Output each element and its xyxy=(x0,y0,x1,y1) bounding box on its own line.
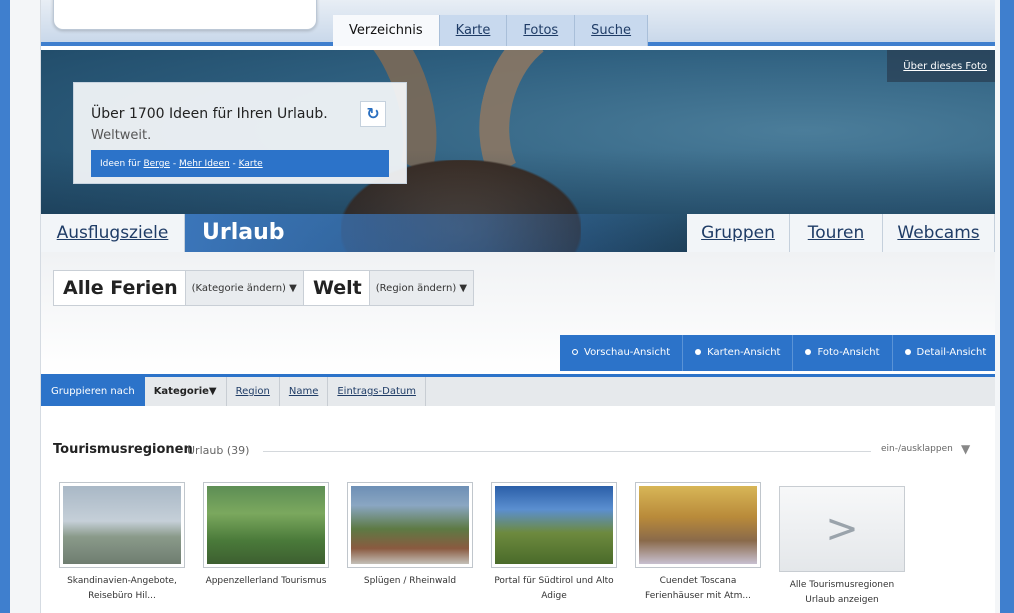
view-detail-label: Detail-Ansicht xyxy=(916,347,987,358)
link-separator: - xyxy=(169,159,179,169)
card-thumbnail[interactable] xyxy=(347,482,473,568)
view-foto-label: Foto-Ansicht xyxy=(817,347,880,358)
radio-icon xyxy=(904,349,911,355)
link-mehr-ideen[interactable]: Mehr Ideen xyxy=(179,159,230,169)
about-photo-link[interactable]: Über dieses Foto xyxy=(887,50,995,82)
chevron-down-icon[interactable]: ▼ xyxy=(961,442,970,456)
refresh-icon[interactable]: ↻ xyxy=(360,101,386,127)
region-change-button[interactable]: (Region ändern) ▼ xyxy=(368,271,474,305)
card-image xyxy=(495,486,613,564)
group-by-date[interactable]: Eintrags-Datum xyxy=(328,377,426,406)
tab-verzeichnis[interactable]: Verzeichnis xyxy=(333,15,440,46)
tab-karte[interactable]: Karte xyxy=(439,15,508,46)
category-gruppen[interactable]: Gruppen xyxy=(687,214,790,252)
region-card[interactable]: Appenzellerland Tourismus xyxy=(203,482,329,589)
tab-fotos[interactable]: Fotos xyxy=(507,15,576,46)
chevron-right-icon[interactable]: > xyxy=(779,486,905,572)
group-by-bar: Gruppieren nach Kategorie▼ Region Name E… xyxy=(41,374,995,406)
category-ausflugsziele[interactable]: Ausflugsziele xyxy=(41,214,185,252)
card-thumbnail[interactable] xyxy=(491,482,617,568)
region-card[interactable]: Splügen / Rheinwald xyxy=(347,482,473,589)
view-vorschau[interactable]: Vorschau-Ansicht xyxy=(560,335,684,371)
region-filter-value: Welt xyxy=(313,277,362,299)
region-card[interactable]: Portal für Südtirol und Alto Adige xyxy=(491,482,617,604)
card-thumbnail[interactable] xyxy=(59,482,185,568)
card-caption[interactable]: Splügen / Rheinwald xyxy=(347,574,473,589)
top-nav-bar: Verzeichnis Karte Fotos Suche xyxy=(41,0,995,46)
category-bar: Ausflugsziele Urlaub Gruppen Touren Webc… xyxy=(41,214,995,252)
category-touren[interactable]: Touren xyxy=(790,214,883,252)
page: Verzeichnis Karte Fotos Suche Über diese… xyxy=(41,0,995,613)
card-thumbnail[interactable] xyxy=(203,482,329,568)
group-by-kategorie[interactable]: Kategorie▼ xyxy=(145,377,227,406)
card-image xyxy=(351,486,469,564)
category-change-button[interactable]: (Kategorie ändern) ▼ xyxy=(184,271,303,305)
filter-area: Alle Ferien (Kategorie ändern) ▼ Welt (R… xyxy=(41,252,995,374)
tab-suche[interactable]: Suche xyxy=(575,15,649,46)
card-thumbnail[interactable] xyxy=(635,482,761,568)
ideas-subtitle: Weltweit. xyxy=(91,128,152,143)
card-caption[interactable]: Appenzellerland Tourismus xyxy=(203,574,329,589)
section-title: Tourismusregionen xyxy=(53,442,193,457)
window-frame-left xyxy=(0,0,10,613)
view-karten-label: Karten-Ansicht xyxy=(707,347,781,358)
ideas-box: Über 1700 Ideen für Ihren Urlaub. Weltwe… xyxy=(73,82,407,184)
group-by-name[interactable]: Name xyxy=(280,377,329,406)
section-divider xyxy=(263,451,871,452)
link-karte[interactable]: Karte xyxy=(239,159,263,169)
card-image xyxy=(639,486,757,564)
view-karten[interactable]: Karten-Ansicht xyxy=(683,335,794,371)
ideas-links-prefix: Ideen für xyxy=(100,159,141,169)
card-image xyxy=(207,486,325,564)
section-header: Tourismusregionen Urlaub (39) ein-/auskl… xyxy=(53,442,983,460)
category-filter[interactable]: Alle Ferien (Kategorie ändern) ▼ xyxy=(53,270,304,306)
show-all-regions-link[interactable]: Alle Tourismusregionen Urlaub anzeigen xyxy=(779,578,905,608)
category-webcams[interactable]: Webcams xyxy=(883,214,995,252)
group-by-label: Gruppieren nach xyxy=(41,377,145,406)
region-card[interactable]: Cuendet Toscana Ferienhäuser mit Atm... xyxy=(635,482,761,604)
view-tabs: Vorschau-Ansicht Karten-Ansicht Foto-Ans… xyxy=(560,335,995,371)
region-cards: Skandinavien-Angebote, Reisebüro Hil... … xyxy=(59,482,959,613)
card-image xyxy=(63,486,181,564)
radio-icon xyxy=(695,349,702,355)
collapse-toggle[interactable]: ein-/ausklappen xyxy=(881,444,953,454)
link-separator: - xyxy=(229,159,239,169)
category-filter-value: Alle Ferien xyxy=(63,277,178,299)
radio-icon xyxy=(805,349,812,355)
page-margin-left xyxy=(10,0,41,613)
radio-selected-icon xyxy=(572,349,578,355)
search-box[interactable] xyxy=(53,0,317,30)
window-frame-right xyxy=(1000,0,1014,613)
view-foto[interactable]: Foto-Ansicht xyxy=(793,335,893,371)
region-filter[interactable]: Welt (Region ändern) ▼ xyxy=(303,270,475,306)
view-vorschau-label: Vorschau-Ansicht xyxy=(584,347,671,358)
view-detail[interactable]: Detail-Ansicht xyxy=(893,335,995,371)
card-caption[interactable]: Portal für Südtirol und Alto Adige xyxy=(491,574,617,604)
ideas-title: Über 1700 Ideen für Ihren Urlaub. xyxy=(91,106,328,122)
ideas-links: Ideen für Berge - Mehr Ideen - Karte xyxy=(91,150,389,177)
link-berge[interactable]: Berge xyxy=(143,159,170,169)
category-urlaub-current: Urlaub xyxy=(185,214,687,252)
group-by-region[interactable]: Region xyxy=(227,377,280,406)
card-caption[interactable]: Skandinavien-Angebote, Reisebüro Hil... xyxy=(59,574,185,604)
region-card[interactable]: Skandinavien-Angebote, Reisebüro Hil... xyxy=(59,482,185,604)
show-all-regions-card[interactable]: > Alle Tourismusregionen Urlaub anzeigen xyxy=(779,482,905,608)
section-count: Urlaub (39) xyxy=(187,444,250,457)
card-caption[interactable]: Cuendet Toscana Ferienhäuser mit Atm... xyxy=(635,574,761,604)
main-tabs: Verzeichnis Karte Fotos Suche xyxy=(333,15,649,46)
